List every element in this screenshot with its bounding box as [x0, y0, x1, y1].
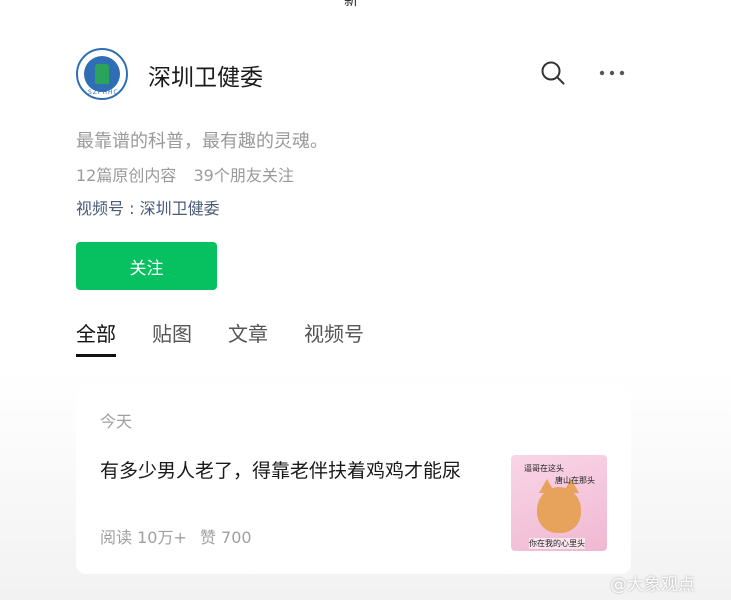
friends-following[interactable]: 39个朋友关注	[193, 166, 293, 185]
account-slogan: 最靠谱的科普，最有趣的灵魂。	[76, 131, 328, 152]
video-channel-link[interactable]: 视频号 : 深圳卫健委	[76, 195, 220, 219]
thumbnail-caption-2: 唐山在那头	[555, 476, 595, 485]
follow-button[interactable]: 关注	[76, 242, 217, 290]
tab-articles[interactable]: 文章	[228, 318, 268, 358]
article-day: 今天	[100, 412, 133, 431]
account-name: 深圳卫健委	[148, 65, 263, 91]
logo-emblem-icon	[84, 56, 120, 92]
more-icon	[599, 70, 625, 76]
article-likes: 赞 700	[199, 528, 252, 547]
logo-text: SZPHHC	[88, 89, 119, 96]
account-header: SZPHHC 深圳卫健委	[76, 48, 636, 102]
article-card[interactable]: 今天 有多少男人老了，得靠老伴扶着鸡鸡才能尿 阅读 10万+ 赞 700 逼哥在…	[76, 386, 631, 574]
more-button[interactable]	[598, 60, 626, 86]
account-logo[interactable]: SZPHHC	[76, 48, 128, 100]
article-thumbnail[interactable]: 逼哥在这头 唐山在那头 你在我的心里头	[511, 455, 607, 551]
account-stats: 12篇原创内容 39个朋友关注	[76, 162, 294, 186]
search-icon	[541, 61, 565, 85]
article-reads: 阅读 10万+	[100, 528, 187, 547]
watermark: @大象观点	[610, 575, 695, 595]
top-glyph: 新	[344, 0, 358, 9]
search-button[interactable]	[540, 60, 566, 86]
tab-video-channel[interactable]: 视频号	[304, 318, 364, 358]
content-tabs: 全部 贴图 文章 视频号	[76, 318, 400, 362]
cat-image-icon	[537, 479, 581, 533]
tab-all[interactable]: 全部	[76, 318, 116, 358]
original-count: 12篇原创内容	[76, 166, 177, 185]
thumbnail-caption-1: 逼哥在这头	[524, 464, 564, 473]
thumbnail-caption-3: 你在我的心里头	[529, 538, 585, 549]
article-meta: 阅读 10万+ 赞 700	[100, 524, 252, 548]
tab-stickers[interactable]: 贴图	[152, 318, 192, 358]
article-title[interactable]: 有多少男人老了，得靠老伴扶着鸡鸡才能尿	[100, 456, 488, 487]
